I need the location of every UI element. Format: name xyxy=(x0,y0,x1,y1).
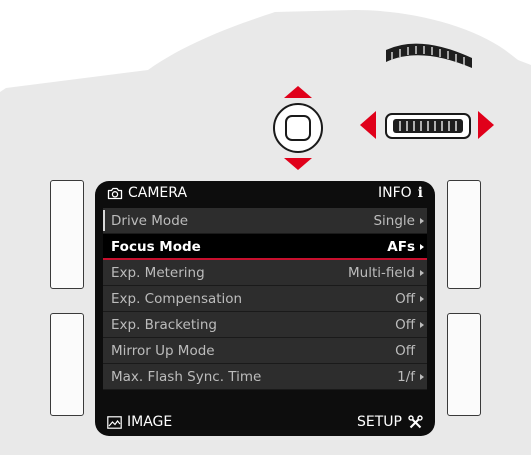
chevron-right-icon xyxy=(420,270,424,276)
menu-item-focus-mode[interactable]: Focus Mode AFs xyxy=(103,234,427,260)
left-bottom-button[interactable] xyxy=(50,313,84,416)
menu-item-value: AFs xyxy=(387,239,415,255)
menu-item-label: Max. Flash Sync. Time xyxy=(111,369,262,385)
menu-item-label: Focus Mode xyxy=(111,239,201,255)
camera-display: CAMERA INFO i Drive Mode Single Focus Mo… xyxy=(95,181,435,436)
menu-item-exp-bracketing[interactable]: Exp. Bracketing Off xyxy=(103,312,427,338)
menu-item-mirror-up-mode[interactable]: Mirror Up Mode Off xyxy=(103,338,427,364)
menu-item-label: Exp. Compensation xyxy=(111,291,243,307)
chevron-right-icon xyxy=(420,296,424,302)
menu-item-value: 1/f xyxy=(397,369,415,385)
screen-header: CAMERA INFO i xyxy=(95,181,435,207)
image-menu-button[interactable]: IMAGE xyxy=(107,414,172,430)
right-top-button[interactable] xyxy=(447,180,481,289)
chevron-right-icon xyxy=(420,244,424,250)
menu-list: Drive Mode Single Focus Mode AFs Exp. Me… xyxy=(103,208,427,390)
dpad-center-button[interactable] xyxy=(285,115,311,141)
left-top-button[interactable] xyxy=(50,180,84,289)
section-title: CAMERA xyxy=(128,185,188,201)
info-button[interactable]: INFO i xyxy=(378,185,423,201)
menu-item-max-flash-sync-time[interactable]: Max. Flash Sync. Time 1/f xyxy=(103,364,427,390)
menu-item-value: Off xyxy=(395,343,415,359)
chevron-right-icon xyxy=(420,374,424,380)
menu-item-exp-metering[interactable]: Exp. Metering Multi-field xyxy=(103,260,427,286)
info-label: INFO xyxy=(377,185,412,201)
menu-item-value: Off xyxy=(395,317,415,333)
menu-item-value: Multi-field xyxy=(348,265,415,281)
info-icon: i xyxy=(417,185,423,201)
right-bottom-button[interactable] xyxy=(447,313,481,416)
menu-item-label: Mirror Up Mode xyxy=(111,343,215,359)
footer-right-label: SETUP xyxy=(357,414,402,430)
camera-icon xyxy=(107,187,123,199)
screen-footer: IMAGE SETUP xyxy=(95,410,435,436)
menu-item-label: Exp. Bracketing xyxy=(111,317,217,333)
footer-left-label: IMAGE xyxy=(127,414,173,430)
image-icon xyxy=(107,415,122,429)
menu-item-exp-compensation[interactable]: Exp. Compensation Off xyxy=(103,286,427,312)
setup-tools-icon xyxy=(408,414,423,428)
chevron-right-icon xyxy=(420,322,424,328)
chevron-right-icon xyxy=(420,218,424,224)
setup-menu-button[interactable]: SETUP xyxy=(357,414,423,430)
menu-item-value: Off xyxy=(395,291,415,307)
menu-item-drive-mode[interactable]: Drive Mode Single xyxy=(103,208,427,234)
menu-item-value: Single xyxy=(373,213,415,229)
menu-item-label: Drive Mode xyxy=(111,213,189,229)
menu-item-label: Exp. Metering xyxy=(111,265,205,281)
